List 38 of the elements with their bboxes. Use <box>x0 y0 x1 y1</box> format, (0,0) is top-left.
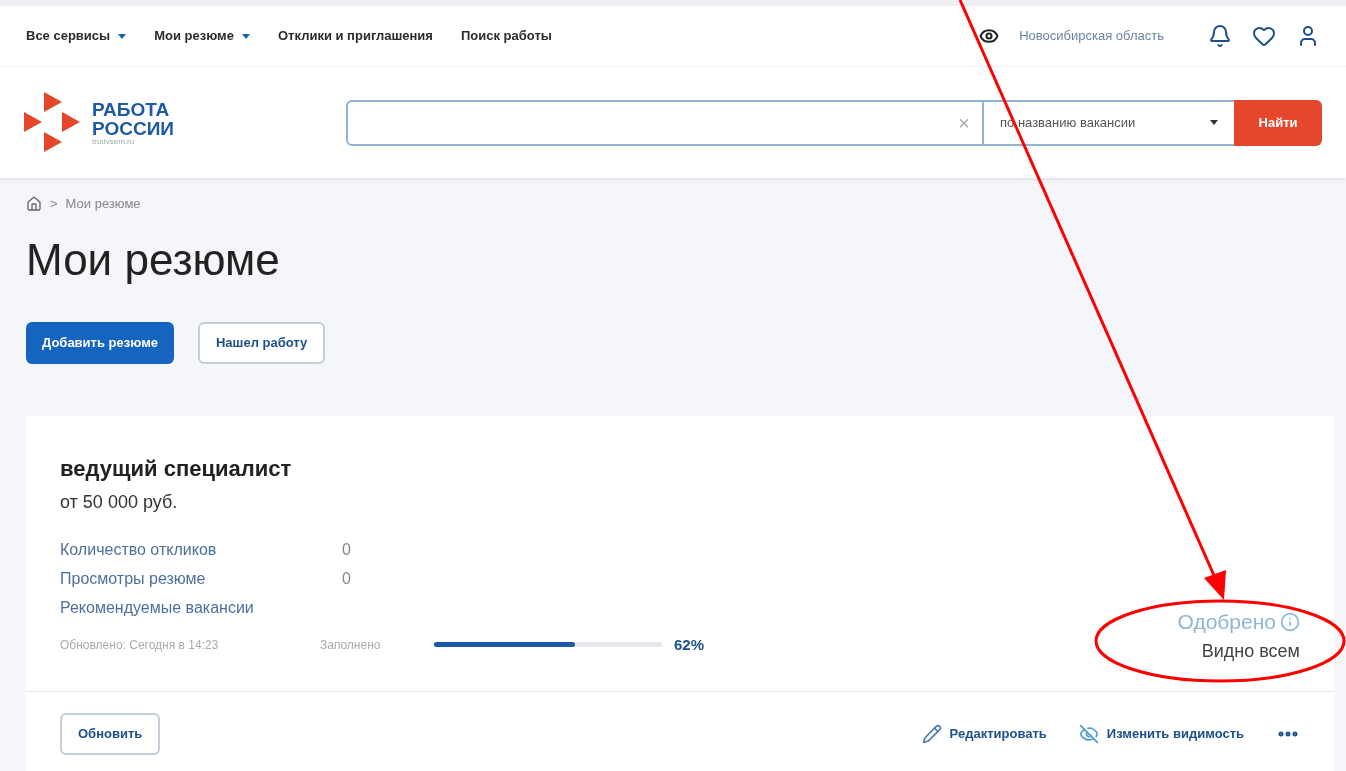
breadcrumb-item: Мои резюме <box>65 195 141 213</box>
visibility-text: Видно всем <box>1201 639 1300 663</box>
edit-link[interactable]: Редактировать <box>921 723 1047 744</box>
logo-text: РАБОТА <box>92 99 171 119</box>
breadcrumb-separator: > <box>50 195 58 213</box>
logo-site-text: trudvsem.ru <box>92 137 136 146</box>
found-job-button[interactable]: Нашел работу <box>198 321 326 364</box>
bell-icon[interactable] <box>1208 24 1232 48</box>
stat-value: 0 <box>342 539 351 560</box>
stat-link[interactable]: Рекомендуемые вакансии <box>60 595 342 620</box>
heart-icon[interactable] <box>1252 24 1276 48</box>
visibility-link[interactable]: Изменить видимость <box>1078 723 1244 744</box>
region-link[interactable]: Новосибирская область <box>1019 26 1164 46</box>
caret-icon <box>242 33 250 39</box>
status-text: Одобрено <box>1177 609 1276 635</box>
resume-title[interactable]: ведущий специалист <box>60 451 705 485</box>
caret-icon <box>1210 120 1218 125</box>
stat-value: 0 <box>342 568 351 589</box>
salary-text: от 50 000 руб. <box>60 490 179 514</box>
pencil-icon <box>921 723 942 744</box>
stat-link[interactable]: Просмотры резюме <box>60 566 342 591</box>
caret-icon <box>118 33 127 39</box>
refresh-button[interactable]: Обновить <box>60 712 161 755</box>
nav-menu-item[interactable]: Поиск работы <box>460 26 552 46</box>
stat-link[interactable]: Количество откликов <box>60 537 342 562</box>
eye-icon[interactable] <box>979 26 1000 46</box>
nav-menu-item[interactable]: Все сервисы <box>26 26 127 46</box>
add-resume-button[interactable]: Добавить резюме <box>26 321 174 364</box>
search-button[interactable]: Найти <box>1234 99 1322 146</box>
logo-text: РОССИИ <box>92 118 174 138</box>
progress-reading: 62% <box>674 634 705 655</box>
home-icon[interactable] <box>26 195 42 212</box>
filled-label: Заполнено <box>320 636 382 654</box>
updated-text: Обновлено: Сегодня в 14:23 <box>60 636 220 654</box>
nav-menu-item[interactable]: Мои резюме <box>154 26 250 46</box>
nav-menu-item[interactable]: Отклики и приглашения <box>278 26 433 46</box>
eye-off-icon <box>1078 723 1099 744</box>
page-title: Мои резюме <box>26 237 281 282</box>
